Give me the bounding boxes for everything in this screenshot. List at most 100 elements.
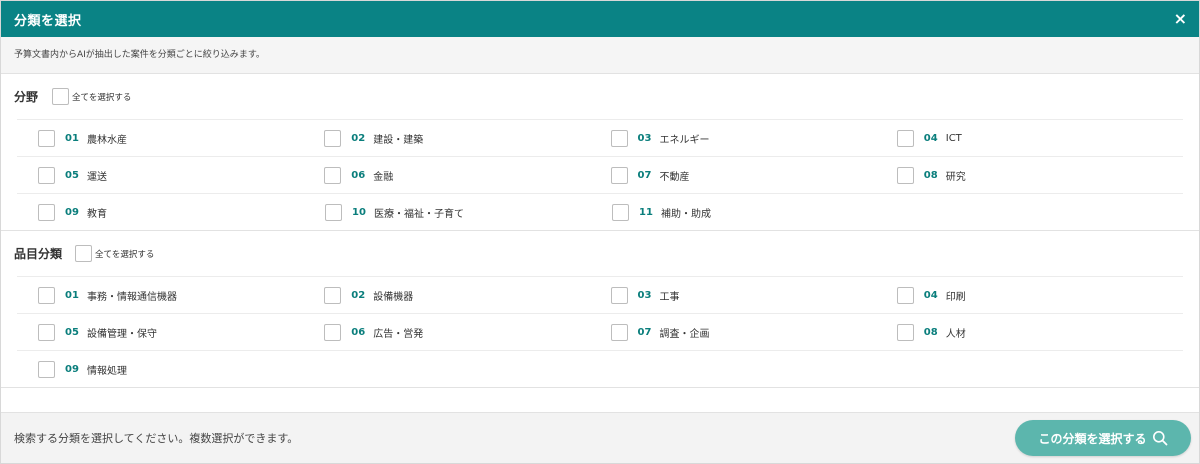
item-option-01[interactable]: 01 事務・情報通信機器 xyxy=(38,286,324,304)
item-categories-row: 05 設備管理・保守 06 広告・営発 07 調査・企画 08 人材 xyxy=(17,313,1183,350)
field-option-08[interactable]: 08 研究 xyxy=(896,166,1183,184)
field-option-07[interactable]: 07 不動産 xyxy=(610,166,897,184)
modal-title: 分類を選択 xyxy=(14,13,82,29)
field-option-06[interactable]: 06 金融 xyxy=(324,166,610,184)
item-option-02[interactable]: 02 設備機器 xyxy=(324,286,610,304)
option-label: 運送 xyxy=(87,171,107,183)
field-option-04[interactable]: 04 ICT xyxy=(896,129,1183,147)
modal-header: 分類を選択 × xyxy=(1,1,1199,37)
select-category-button-label: この分類を選択する xyxy=(1038,431,1147,446)
item-option-06[interactable]: 06 広告・営発 xyxy=(324,323,610,341)
checkbox[interactable] xyxy=(610,323,628,341)
option-label: 調査・企画 xyxy=(659,328,710,340)
option-label: 事務・情報通信機器 xyxy=(87,291,177,303)
option-label: 建設・建築 xyxy=(373,134,424,146)
checkbox[interactable] xyxy=(896,166,914,184)
field-option-10[interactable]: 10 医療・福祉・子育て xyxy=(325,203,612,221)
fields-section-header: 分野 全てを選択する xyxy=(1,74,1199,119)
option-label: 印刷 xyxy=(945,291,966,303)
fields-section-title: 分野 xyxy=(14,90,39,104)
checkbox[interactable] xyxy=(38,166,55,184)
close-icon[interactable]: × xyxy=(1174,11,1187,27)
option-code: 01 xyxy=(65,289,79,301)
item-categories-row: 01 事務・情報通信機器 02 設備機器 03 工事 04 印刷 xyxy=(17,276,1183,313)
option-label: 情報処理 xyxy=(87,365,127,377)
modal-body: 分野 全てを選択する 01 農林水産 02 建設・建築 03 エネルギー 04 … xyxy=(1,74,1199,413)
item-categories-section-title: 品目分類 xyxy=(14,247,63,261)
option-label: 補助・助成 xyxy=(661,208,711,220)
option-code: 05 xyxy=(65,169,79,181)
option-label: 不動産 xyxy=(659,171,690,183)
checkbox[interactable] xyxy=(612,203,629,221)
field-option-01[interactable]: 01 農林水産 xyxy=(38,129,324,147)
option-code: 08 xyxy=(923,326,938,338)
option-code: 07 xyxy=(637,169,652,181)
option-code: 03 xyxy=(637,289,652,301)
item-categories-section: 品目分類 全てを選択する 01 事務・情報通信機器 02 設備機器 03 工事 … xyxy=(1,231,1199,388)
option-label: 農林水産 xyxy=(87,134,127,146)
item-option-03[interactable]: 03 工事 xyxy=(610,286,897,304)
checkbox[interactable] xyxy=(896,129,914,147)
checkbox[interactable] xyxy=(324,129,342,147)
item-option-07[interactable]: 07 調査・企画 xyxy=(610,323,897,341)
option-code: 01 xyxy=(65,132,79,144)
field-option-09[interactable]: 09 教育 xyxy=(38,203,325,221)
option-code: 03 xyxy=(637,132,652,144)
item-option-08[interactable]: 08 人材 xyxy=(896,323,1183,341)
checkbox[interactable] xyxy=(610,166,628,184)
item-categories-row: 09 情報処理 xyxy=(17,350,1183,387)
item-categories-grid: 01 事務・情報通信機器 02 設備機器 03 工事 04 印刷 05 設備管理… xyxy=(1,276,1199,387)
fields-select-all-label: 全てを選択する xyxy=(72,92,132,103)
checkbox[interactable] xyxy=(38,203,55,221)
item-categories-select-all-checkbox[interactable] xyxy=(75,245,93,262)
item-categories-select-all-label: 全てを選択する xyxy=(95,249,155,260)
field-option-03[interactable]: 03 エネルギー xyxy=(610,129,897,147)
option-label: ICT xyxy=(945,132,962,144)
option-label: エネルギー xyxy=(659,134,710,146)
checkbox[interactable] xyxy=(38,323,55,341)
field-option-02[interactable]: 02 建設・建築 xyxy=(324,129,610,147)
option-code: 05 xyxy=(65,326,79,338)
option-code: 09 xyxy=(65,206,79,218)
item-option-09[interactable]: 09 情報処理 xyxy=(38,360,325,378)
option-label: 設備機器 xyxy=(373,291,414,303)
search-icon xyxy=(1152,431,1167,446)
option-label: 教育 xyxy=(87,208,107,220)
option-code: 07 xyxy=(637,326,652,338)
item-categories-section-header: 品目分類 全てを選択する xyxy=(1,231,1199,276)
item-categories-select-all[interactable]: 全てを選択する xyxy=(75,245,154,262)
category-select-modal: 分類を選択 × 予算文書内からAIが抽出した案件を分類ごとに絞り込みます。 分野… xyxy=(0,0,1200,464)
checkbox[interactable] xyxy=(324,323,342,341)
option-label: 金融 xyxy=(373,171,394,183)
option-code: 04 xyxy=(923,289,938,301)
checkbox[interactable] xyxy=(325,203,342,221)
footer-hint: 検索する分類を選択してください。複数選択ができます。 xyxy=(14,432,299,445)
fields-row: 01 農林水産 02 建設・建築 03 エネルギー 04 ICT xyxy=(17,119,1183,156)
fields-grid: 01 農林水産 02 建設・建築 03 エネルギー 04 ICT 05 運送 0… xyxy=(1,119,1199,230)
checkbox[interactable] xyxy=(38,129,55,147)
checkbox[interactable] xyxy=(610,129,628,147)
option-label: 広告・営発 xyxy=(373,328,424,340)
field-option-05[interactable]: 05 運送 xyxy=(38,166,324,184)
checkbox[interactable] xyxy=(38,360,55,378)
select-category-button[interactable]: この分類を選択する xyxy=(1015,420,1191,456)
checkbox[interactable] xyxy=(896,286,914,304)
field-option-11[interactable]: 11 補助・助成 xyxy=(612,203,899,221)
fields-select-all-checkbox[interactable] xyxy=(52,88,70,105)
option-label: 人材 xyxy=(945,328,966,340)
option-code: 02 xyxy=(351,289,366,301)
checkbox[interactable] xyxy=(610,286,628,304)
checkbox[interactable] xyxy=(38,286,55,304)
option-code: 11 xyxy=(639,206,653,218)
fields-select-all[interactable]: 全てを選択する xyxy=(52,88,131,105)
checkbox[interactable] xyxy=(324,166,342,184)
item-option-04[interactable]: 04 印刷 xyxy=(896,286,1183,304)
modal-footer: 検索する分類を選択してください。複数選択ができます。 この分類を選択する xyxy=(1,412,1199,463)
checkbox[interactable] xyxy=(324,286,342,304)
modal-description: 予算文書内からAIが抽出した案件を分類ごとに絞り込みます。 xyxy=(1,37,1199,74)
option-code: 06 xyxy=(351,169,366,181)
checkbox[interactable] xyxy=(896,323,914,341)
option-code: 02 xyxy=(351,132,366,144)
item-option-05[interactable]: 05 設備管理・保守 xyxy=(38,323,324,341)
option-code: 10 xyxy=(352,206,366,218)
